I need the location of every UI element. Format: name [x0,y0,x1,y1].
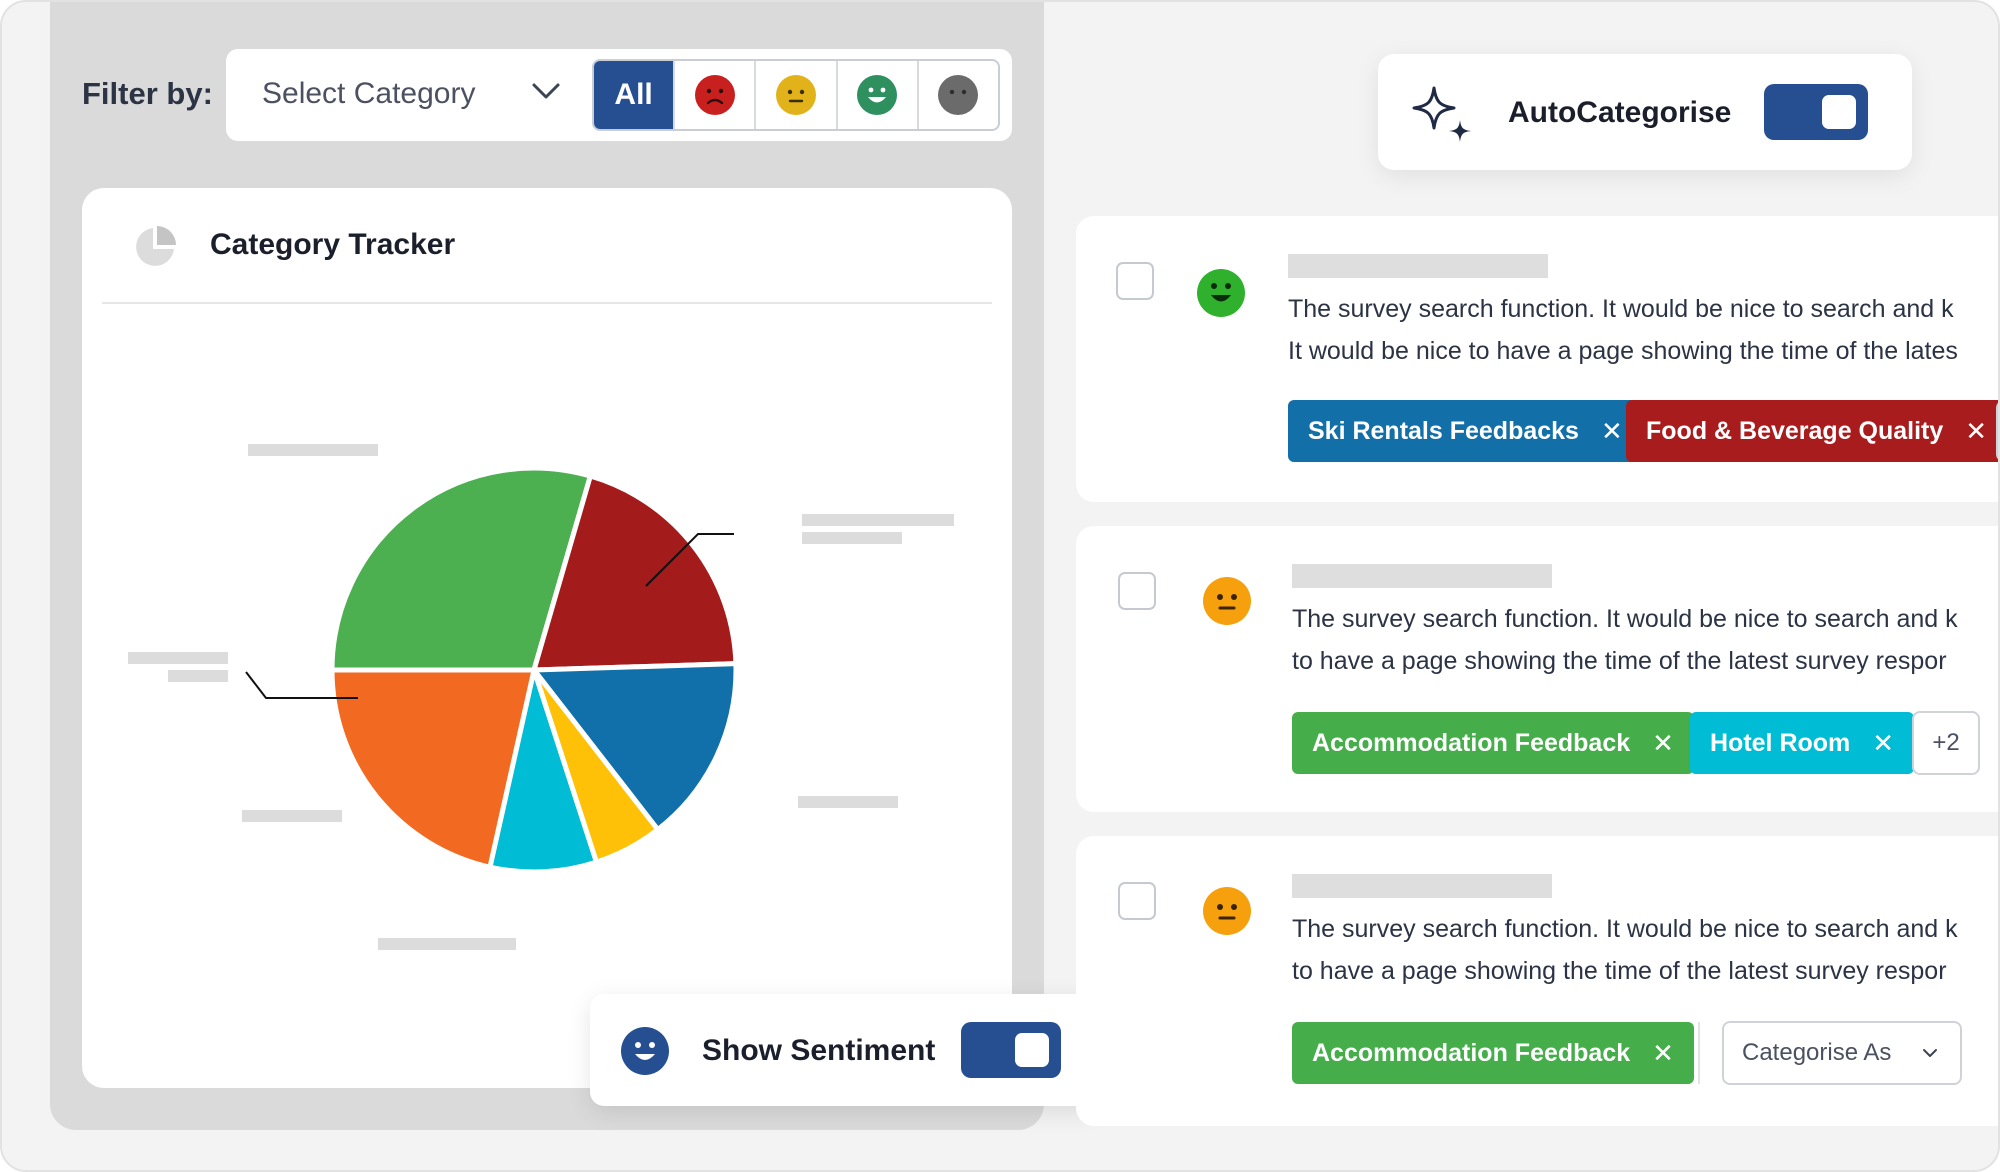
response-text-line: to have a page showing the time of the l… [1292,647,1947,675]
response-checkbox[interactable] [1118,572,1156,610]
categorise-as-dropdown[interactable]: Categorise As [1722,1021,1962,1085]
response-text-line: The survey search function. It would be … [1292,915,1958,943]
smile-icon [621,1027,669,1075]
response-card: The survey search function. It would be … [1076,216,1998,502]
sparkle-icon [1412,86,1471,142]
response-title-placeholder [1288,254,1548,278]
happy-face-icon [1197,269,1245,317]
tag-divider [1698,1022,1700,1084]
filter-positive-button[interactable] [835,61,917,129]
response-text-line: The survey search function. It would be … [1288,295,1954,323]
filter-unknown-button[interactable] [916,61,998,129]
filter-neutral-button[interactable] [754,61,835,129]
autocategorise-toggle[interactable] [1764,84,1868,140]
pie-label-placeholder [168,670,228,682]
chevron-down-icon[interactable] [526,71,566,111]
category-pie-chart [128,444,954,950]
response-text-line: The survey search function. It would be … [1292,605,1958,633]
response-text-line: It would be nice to have a page showing … [1288,337,1958,365]
dropdown-label: Categorise As [1742,1039,1892,1066]
pie-label-placeholder [242,810,342,822]
response-title-placeholder [1292,564,1552,588]
pie-label-placeholder [378,938,516,950]
category-tag[interactable]: Hotel Room ✕ [1690,712,1915,774]
show-sentiment-label: Show Sentiment [702,1034,936,1067]
happy-face-icon [857,75,898,115]
filter-negative-button[interactable] [673,61,754,129]
pie-label-placeholder [248,444,378,456]
pie-label-placeholder [798,796,898,808]
more-tags-partial[interactable] [1996,400,1998,462]
tag-label: Hotel Room [1710,728,1851,757]
remove-tag-icon[interactable]: ✕ [1872,728,1894,759]
remove-tag-icon[interactable]: ✕ [1601,416,1623,447]
response-text-line: to have a page showing the time of the l… [1292,957,1947,985]
category-tag[interactable]: Accommodation Feedback ✕ [1292,712,1694,774]
response-checkbox[interactable] [1118,882,1156,920]
category-select[interactable]: Select Category [262,77,475,111]
tag-label: Ski Rentals Feedbacks [1308,416,1579,445]
response-title-placeholder [1292,874,1552,898]
show-sentiment-toggle[interactable] [961,1022,1061,1078]
filter-all-button[interactable]: All [594,61,674,129]
more-tags-button[interactable]: +2 [1912,711,1980,775]
remove-tag-icon[interactable]: ✕ [1652,728,1674,759]
neutral-face-icon [1203,577,1251,625]
remove-tag-icon[interactable]: ✕ [1965,416,1987,447]
remove-tag-icon[interactable]: ✕ [1652,1038,1674,1069]
category-tag[interactable]: Food & Beverage Quality ✕ [1626,400,1998,462]
tag-label: Food & Beverage Quality [1646,416,1944,445]
response-card: The survey search function. It would be … [1076,526,1998,812]
category-tracker-card: Category Tracker [82,188,1012,1088]
show-sentiment-card: Show Sentiment [590,994,1102,1106]
pie-label-placeholder [802,532,902,544]
neutral-face-icon [776,75,816,115]
response-checkbox[interactable] [1116,262,1154,300]
response-card: The survey search function. It would be … [1076,836,1998,1126]
filter-bar: Select Category All [226,49,1012,141]
neutral-face-icon [1203,887,1251,935]
blank-face-icon [938,75,979,115]
tag-label: Accommodation Feedback [1312,1038,1631,1067]
autocategorise-label: AutoCategorise [1508,96,1732,129]
category-tag[interactable]: Accommodation Feedback ✕ [1292,1022,1694,1084]
sad-face-icon [694,75,735,115]
category-tag[interactable]: Ski Rentals Feedbacks ✕ [1288,400,1643,462]
filter-label: Filter by: [82,76,213,111]
pie-label-placeholder [802,514,954,526]
chevron-down-icon [1923,1049,1937,1057]
sentiment-filter-group: All [592,59,1000,131]
pie-label-placeholder [128,652,228,664]
app-frame: Filter by: Select Category All Category … [0,0,2000,1172]
autocategorise-card: AutoCategorise [1378,54,1912,170]
tag-label: Accommodation Feedback [1312,728,1631,757]
